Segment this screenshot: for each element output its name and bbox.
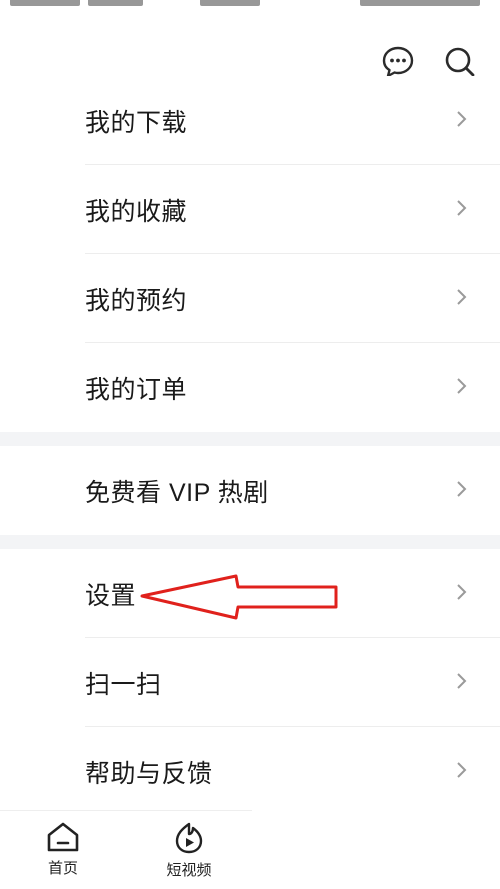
menu-item-favorites[interactable]: 我的收藏 [0,165,500,254]
menu-item-label: 我的订单 [85,375,188,404]
menu-item-free-vip[interactable]: 免费看 VIP 热剧 [0,446,500,535]
search-icon[interactable] [442,44,478,80]
status-bar-fragment [88,0,143,6]
tab-label: 首页 [47,860,78,877]
menu-group-personal: 我的下载 我的收藏 我的预约 我的订单 [0,76,500,432]
header-actions [380,44,478,80]
menu-item-label: 扫一扫 [85,670,162,699]
status-bar [0,0,500,36]
home-icon [47,822,79,852]
chevron-right-icon [456,108,468,134]
menu-item-orders[interactable]: 我的订单 [0,343,500,432]
chevron-right-icon [456,478,468,504]
message-icon[interactable] [380,44,416,80]
status-bar-fragment [200,0,260,6]
chevron-right-icon [456,670,468,696]
bottom-tab-bar: 首页 短视频 [0,810,252,889]
menu-item-reservations[interactable]: 我的预约 [0,254,500,343]
tab-short-video[interactable]: 短视频 [126,811,252,889]
chevron-right-icon [456,759,468,785]
chevron-right-icon [456,286,468,312]
status-bar-fragment [10,0,80,6]
menu-item-label: 设置 [85,581,137,610]
menu-item-label: 免费看 VIP 热剧 [85,478,269,507]
status-bar-fragment [360,0,480,6]
tab-home[interactable]: 首页 [0,811,126,889]
chevron-right-icon [456,581,468,607]
menu-item-label: 帮助与反馈 [85,759,213,788]
chevron-right-icon [456,375,468,401]
menu-group-vip: 免费看 VIP 热剧 [0,446,500,535]
menu-item-label: 我的下载 [85,108,188,137]
chevron-right-icon [456,197,468,223]
menu-item-downloads[interactable]: 我的下载 [0,76,500,165]
section-gap [0,432,500,446]
menu-item-label: 我的收藏 [85,197,188,226]
section-gap [0,535,500,549]
short-video-icon [175,822,203,854]
tab-label: 短视频 [166,862,212,879]
annotation-arrow [140,574,338,620]
menu-item-label: 我的预约 [85,286,188,315]
menu-item-help-feedback[interactable]: 帮助与反馈 [0,727,500,816]
menu-item-scan[interactable]: 扫一扫 [0,638,500,727]
